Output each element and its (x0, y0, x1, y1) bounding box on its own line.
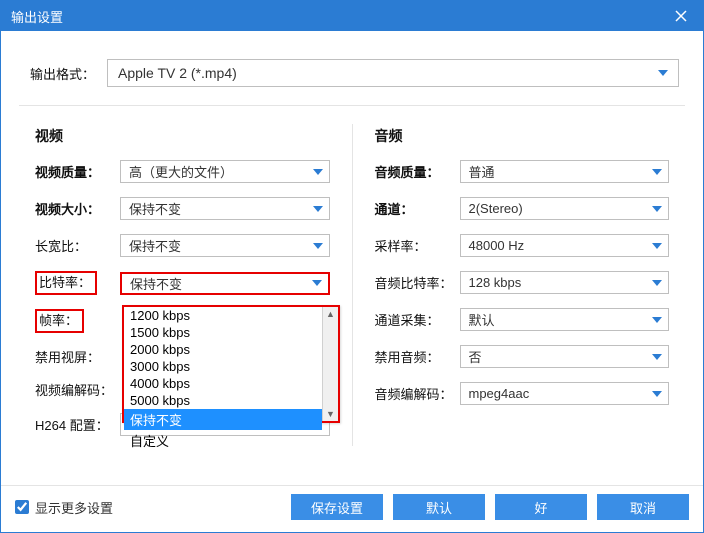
audio-disable-label: 禁用音频： (375, 347, 460, 366)
audio-capture-label: 通道采集： (375, 310, 460, 329)
video-quality-select[interactable]: 高（更大的文件） (120, 160, 330, 183)
bitrate-option[interactable]: 自定义 (124, 430, 322, 451)
show-more-checkbox-input[interactable] (15, 500, 29, 514)
audio-channel-field: 通道： 2(Stereo) (365, 197, 680, 220)
audio-bitrate-value: 128 kbps (469, 275, 522, 290)
bitrate-option[interactable]: 2000 kbps (124, 341, 322, 358)
chevron-down-icon (652, 354, 662, 360)
video-aspect-field: 长宽比： 保持不变 (25, 234, 340, 257)
bitrate-option[interactable]: 1500 kbps (124, 324, 322, 341)
video-bitrate-dropdown[interactable]: 1200 kbps 1500 kbps 2000 kbps 3000 kbps … (122, 305, 340, 423)
output-format-value: Apple TV 2 (*.mp4) (118, 65, 237, 81)
audio-capture-select[interactable]: 默认 (460, 308, 670, 331)
cancel-button[interactable]: 取消 (597, 494, 689, 520)
bitrate-option-selected[interactable]: 保持不变 (124, 409, 322, 430)
show-more-checkbox[interactable]: 显示更多设置 (15, 498, 113, 517)
audio-codec-label: 音频编解码： (375, 384, 460, 403)
audio-quality-label: 音频质量： (375, 162, 460, 181)
titlebar: 输出设置 (1, 1, 703, 31)
video-size-value: 保持不变 (129, 199, 181, 218)
default-button[interactable]: 默认 (393, 494, 485, 520)
video-aspect-label: 长宽比： (35, 236, 120, 255)
chevron-down-icon (313, 169, 323, 175)
video-fps-label: 帧率： (35, 309, 120, 333)
audio-codec-value: mpeg4aac (469, 386, 530, 401)
chevron-down-icon (312, 280, 322, 286)
video-quality-label: 视频质量： (35, 162, 120, 181)
dialog-footer: 显示更多设置 保存设置 默认 好 取消 (1, 485, 703, 532)
close-icon (675, 10, 687, 22)
video-bitrate-select[interactable]: 保持不变 (120, 272, 330, 295)
output-format-select[interactable]: Apple TV 2 (*.mp4) (107, 59, 679, 87)
vertical-divider (352, 124, 353, 446)
show-more-label: 显示更多设置 (35, 498, 113, 517)
audio-disable-select[interactable]: 否 (460, 345, 670, 368)
audio-disable-value: 否 (469, 347, 482, 366)
audio-capture-value: 默认 (469, 310, 495, 329)
audio-samplerate-field: 采样率： 48000 Hz (365, 234, 680, 257)
video-section-title: 视频 (35, 126, 340, 146)
audio-samplerate-select[interactable]: 48000 Hz (460, 234, 670, 257)
chevron-down-icon (652, 243, 662, 249)
video-quality-field: 视频质量： 高（更大的文件） (25, 160, 340, 183)
chevron-down-icon (658, 70, 668, 76)
video-aspect-select[interactable]: 保持不变 (120, 234, 330, 257)
video-disable-label: 禁用视屏： (35, 347, 120, 366)
ok-button[interactable]: 好 (495, 494, 587, 520)
audio-bitrate-select[interactable]: 128 kbps (460, 271, 670, 294)
video-size-field: 视频大小： 保持不变 (25, 197, 340, 220)
output-format-label: 输出格式： (25, 64, 95, 83)
video-size-select[interactable]: 保持不变 (120, 197, 330, 220)
audio-bitrate-field: 音频比特率： 128 kbps (365, 271, 680, 294)
chevron-down-icon (313, 243, 323, 249)
video-codec-label: 视频编解码： (35, 380, 120, 399)
scroll-down-icon[interactable]: ▼ (326, 407, 335, 421)
video-bitrate-label: 比特率： (35, 271, 120, 295)
chevron-down-icon (652, 169, 662, 175)
audio-samplerate-value: 48000 Hz (469, 238, 525, 253)
output-format-row: 输出格式： Apple TV 2 (*.mp4) (1, 31, 703, 105)
scroll-up-icon[interactable]: ▲ (326, 307, 335, 321)
video-aspect-value: 保持不变 (129, 236, 181, 255)
audio-capture-field: 通道采集： 默认 (365, 308, 680, 331)
video-h264-label: H264 配置： (35, 415, 120, 434)
audio-channel-value: 2(Stereo) (469, 201, 523, 216)
audio-samplerate-label: 采样率： (375, 236, 460, 255)
audio-quality-field: 音频质量： 普通 (365, 160, 680, 183)
audio-codec-field: 音频编解码： mpeg4aac (365, 382, 680, 405)
video-quality-value: 高（更大的文件） (129, 162, 233, 181)
chevron-down-icon (652, 206, 662, 212)
audio-bitrate-label: 音频比特率： (375, 273, 460, 292)
video-size-label: 视频大小： (35, 199, 120, 218)
chevron-down-icon (652, 280, 662, 286)
save-settings-button[interactable]: 保存设置 (291, 494, 383, 520)
audio-channel-label: 通道： (375, 199, 460, 218)
bitrate-option[interactable]: 3000 kbps (124, 358, 322, 375)
audio-codec-select[interactable]: mpeg4aac (460, 382, 670, 405)
audio-column: 音频 音频质量： 普通 通道： 2(Stereo) 采样 (359, 120, 686, 450)
bitrate-option[interactable]: 1200 kbps (124, 307, 322, 324)
bitrate-option[interactable]: 4000 kbps (124, 375, 322, 392)
chevron-down-icon (652, 317, 662, 323)
close-button[interactable] (667, 5, 695, 27)
audio-channel-select[interactable]: 2(Stereo) (460, 197, 670, 220)
bitrate-option[interactable]: 5000 kbps (124, 392, 322, 409)
chevron-down-icon (652, 391, 662, 397)
video-bitrate-value: 保持不变 (130, 274, 182, 293)
output-settings-dialog: 输出设置 输出格式： Apple TV 2 (*.mp4) 视频 视频质量： 高… (0, 0, 704, 533)
dialog-title: 输出设置 (11, 7, 63, 26)
audio-quality-select[interactable]: 普通 (460, 160, 670, 183)
video-bitrate-field: 比特率： 保持不变 (25, 271, 340, 295)
audio-quality-value: 普通 (469, 162, 495, 181)
dialog-content: 输出格式： Apple TV 2 (*.mp4) 视频 视频质量： 高（更大的文… (1, 31, 703, 485)
video-column: 视频 视频质量： 高（更大的文件） 视频大小： 保持不变 (19, 120, 346, 450)
audio-section-title: 音频 (375, 126, 680, 146)
chevron-down-icon (313, 206, 323, 212)
settings-columns: 视频 视频质量： 高（更大的文件） 视频大小： 保持不变 (1, 106, 703, 458)
audio-disable-field: 禁用音频： 否 (365, 345, 680, 368)
dropdown-scrollbar[interactable]: ▲ ▼ (322, 307, 338, 421)
